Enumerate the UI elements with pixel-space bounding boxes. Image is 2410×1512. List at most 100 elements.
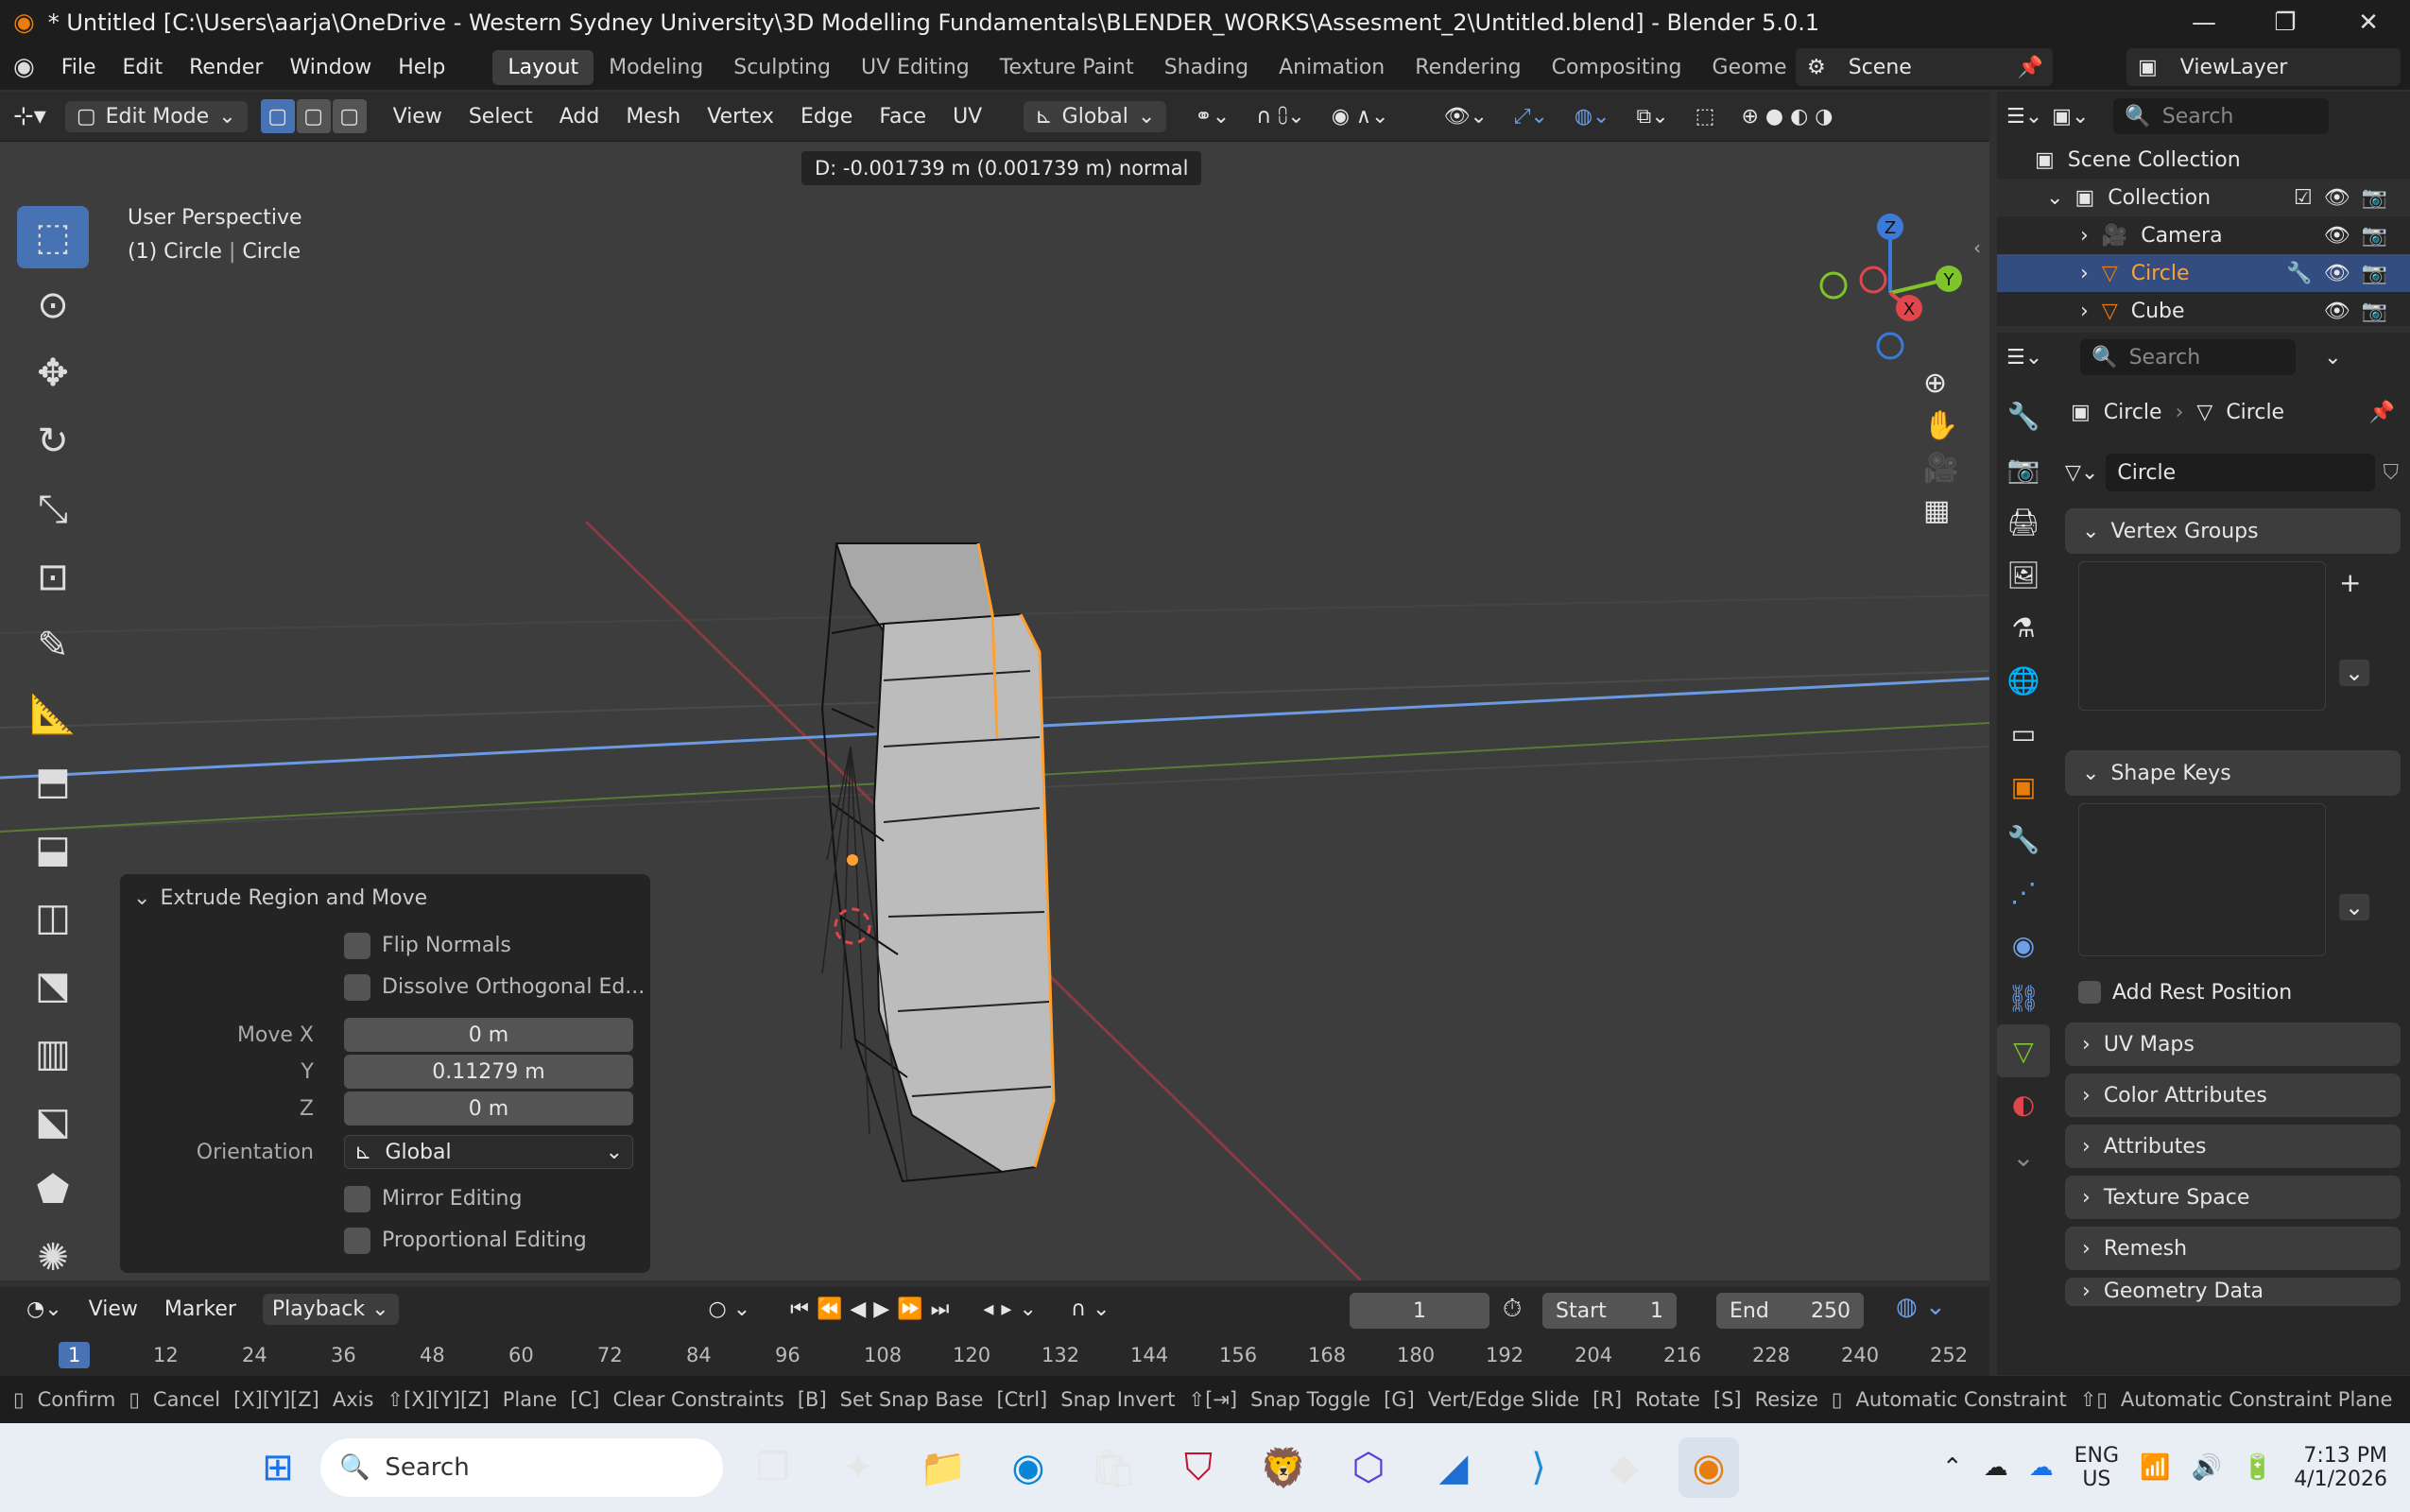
- timeline-overlay-icon[interactable]: ◍ ⌄: [1896, 1293, 1946, 1321]
- task-view-icon[interactable]: ❐: [743, 1437, 803, 1498]
- timer-icon[interactable]: ⏱: [1503, 1295, 1522, 1324]
- minimize-button[interactable]: —: [2164, 0, 2244, 44]
- vertex-groups-list[interactable]: [2078, 561, 2326, 711]
- editor-type-icon[interactable]: ◔⌄: [26, 1297, 62, 1321]
- extrude-tool-icon[interactable]: ⬓: [17, 818, 89, 881]
- copilot-icon[interactable]: ✦: [828, 1437, 888, 1498]
- zoom-icon[interactable]: ⊕: [1923, 367, 1958, 400]
- menu-mesh[interactable]: Mesh: [612, 105, 694, 129]
- gizmo-toggle-icon[interactable]: ⤢⌄: [1501, 105, 1561, 129]
- move-z-field[interactable]: 0 m: [344, 1091, 633, 1125]
- properties-search-input[interactable]: 🔍 Search: [2080, 339, 2297, 375]
- tab-sculpting[interactable]: Sculpting: [718, 50, 846, 85]
- visibility-icons[interactable]: 👁📷: [2324, 300, 2399, 323]
- cloud-sync-icon[interactable]: ☁: [1984, 1453, 2008, 1482]
- edge-browser-icon[interactable]: ◉: [998, 1437, 1059, 1498]
- material-tab-icon[interactable]: ◐: [1997, 1077, 2050, 1130]
- tree-scene-collection[interactable]: ▣ Scene Collection: [1997, 141, 2410, 179]
- tree-collection[interactable]: ⌄ ▣ Collection ☑👁📷: [1997, 179, 2410, 216]
- menu-add[interactable]: Add: [546, 105, 613, 129]
- constraints-tab-icon[interactable]: ⛓: [1997, 971, 2050, 1024]
- object-tab-icon[interactable]: ▣: [1997, 760, 2050, 813]
- end-frame-field[interactable]: End 250: [1716, 1293, 1864, 1329]
- knife-tool-icon[interactable]: ⬕: [17, 1091, 89, 1153]
- battery-icon[interactable]: 🔋: [2243, 1453, 2273, 1482]
- navigation-gizmo[interactable]: Z Y X: [1796, 198, 1985, 369]
- checkbox[interactable]: [344, 974, 370, 1001]
- menu-vertex[interactable]: Vertex: [694, 105, 787, 129]
- timeline-menu-view[interactable]: View: [89, 1297, 138, 1321]
- xray-icon[interactable]: ⬚: [1682, 105, 1729, 129]
- pin-icon[interactable]: 📌: [2018, 56, 2043, 79]
- measure-tool-icon[interactable]: 📐: [17, 682, 89, 745]
- snap-icon[interactable]: ∩ ⩇⌄: [1243, 105, 1318, 129]
- shading-modes-icon[interactable]: ⊕ ● ◐ ◑: [1728, 105, 1846, 129]
- pin-icon[interactable]: 📌: [2369, 401, 2395, 424]
- close-button[interactable]: ✕: [2329, 0, 2408, 44]
- collection-tab-icon[interactable]: ▭: [1997, 707, 2050, 760]
- volume-icon[interactable]: 🔊: [2191, 1453, 2221, 1482]
- transform-tool-icon[interactable]: ⊡: [17, 546, 89, 609]
- menu-face[interactable]: Face: [866, 105, 939, 129]
- auto-keying-icon[interactable]: ∩ ⌄: [1071, 1297, 1110, 1321]
- mesh-browse-icon[interactable]: ▽⌄: [2065, 461, 2098, 485]
- visibility-icons[interactable]: 👁📷: [2324, 224, 2399, 248]
- menu-select[interactable]: Select: [456, 105, 546, 129]
- particles-tab-icon[interactable]: ⋰: [1997, 866, 2050, 919]
- world-tab-icon[interactable]: 🌐: [1997, 654, 2050, 707]
- wifi-icon[interactable]: 📶: [2140, 1453, 2170, 1482]
- checkbox[interactable]: [344, 1228, 370, 1254]
- menu-edit[interactable]: Edit: [110, 56, 177, 79]
- mesh-data-tab-icon[interactable]: ▽: [1997, 1024, 2050, 1077]
- visibility-icons[interactable]: ☑👁📷: [2294, 186, 2399, 210]
- vertex-select-icon[interactable]: ▢: [260, 99, 295, 133]
- timeline-menu-playback[interactable]: Playback ⌄: [262, 1293, 399, 1325]
- operator-header[interactable]: ⌄ Extrude Region and Move: [120, 874, 650, 921]
- transform-orientation-selector[interactable]: ⊾ Global ⌄: [1024, 100, 1167, 132]
- maximize-button[interactable]: ❐: [2246, 0, 2325, 44]
- visibility-icons[interactable]: 🔧👁📷: [2286, 262, 2399, 285]
- dissolve-row[interactable]: Dissolve Orthogonal Ed...: [344, 974, 645, 1001]
- tab-rendering[interactable]: Rendering: [1400, 50, 1536, 85]
- output-tab-icon[interactable]: 🖨: [1997, 495, 2050, 548]
- panel-attributes[interactable]: › Attributes: [2065, 1125, 2401, 1168]
- camera-view-icon[interactable]: 🎥: [1923, 452, 1958, 485]
- bevel-tool-icon[interactable]: ⬔: [17, 954, 89, 1017]
- file-explorer-icon[interactable]: 📁: [913, 1437, 973, 1498]
- tab-uv-editing[interactable]: UV Editing: [846, 50, 985, 85]
- taskbar-search[interactable]: 🔍 Search: [320, 1438, 723, 1497]
- view-layer-selector[interactable]: ▣ ViewLayer: [2126, 48, 2401, 86]
- tab-animation[interactable]: Animation: [1264, 50, 1400, 85]
- overlays-icon[interactable]: ◍⌄: [1561, 105, 1624, 129]
- git-app-icon[interactable]: ◆: [1593, 1437, 1654, 1498]
- menu-help[interactable]: Help: [385, 56, 458, 79]
- blender-menu-icon[interactable]: ◉: [0, 53, 48, 81]
- view-layer-tab-icon[interactable]: 🖼: [1997, 548, 2050, 601]
- panel-uv-maps[interactable]: › UV Maps: [2065, 1022, 2401, 1066]
- physics-tab-icon[interactable]: ◉: [1997, 919, 2050, 971]
- menu-render[interactable]: Render: [176, 56, 276, 79]
- visibility-icon[interactable]: 👁⌄: [1430, 105, 1500, 129]
- current-frame-field[interactable]: 1: [1350, 1293, 1489, 1329]
- mode-selector[interactable]: ▢ Edit Mode ⌄: [64, 100, 248, 132]
- panel-shape-keys[interactable]: ⌄ Shape Keys: [2065, 750, 2401, 796]
- specials-menu-icon[interactable]: ⌄: [2339, 660, 2370, 686]
- mesh-name-field[interactable]: Circle: [2106, 454, 2376, 491]
- clock[interactable]: 7:13 PM 4/1/2026: [2294, 1444, 2387, 1491]
- tab-compositing[interactable]: Compositing: [1537, 50, 1697, 85]
- keyframe-jump-icon[interactable]: ◂▸⌄: [983, 1297, 1044, 1321]
- editor-type-icon[interactable]: ⊹▾: [0, 102, 60, 130]
- onedrive-icon[interactable]: ☁: [2029, 1453, 2054, 1482]
- menu-window[interactable]: Window: [276, 56, 385, 79]
- microsoft-store-icon[interactable]: 🛍: [1083, 1437, 1144, 1498]
- cursor-tool-icon[interactable]: ⊙: [17, 274, 89, 336]
- menu-view[interactable]: View: [380, 105, 456, 129]
- annotate-tool-icon[interactable]: ✎: [17, 614, 89, 677]
- proportional-editing-row[interactable]: Proportional Editing: [344, 1228, 587, 1254]
- rotate-tool-icon[interactable]: ↻: [17, 410, 89, 472]
- orientation-dropdown[interactable]: ⊾ Global ⌄: [344, 1135, 633, 1169]
- panel-color-attributes[interactable]: › Color Attributes: [2065, 1074, 2401, 1117]
- face-select-icon[interactable]: ▢: [332, 99, 367, 133]
- scale-tool-icon[interactable]: ⤡: [17, 478, 89, 541]
- tab-layout[interactable]: Layout: [492, 49, 594, 85]
